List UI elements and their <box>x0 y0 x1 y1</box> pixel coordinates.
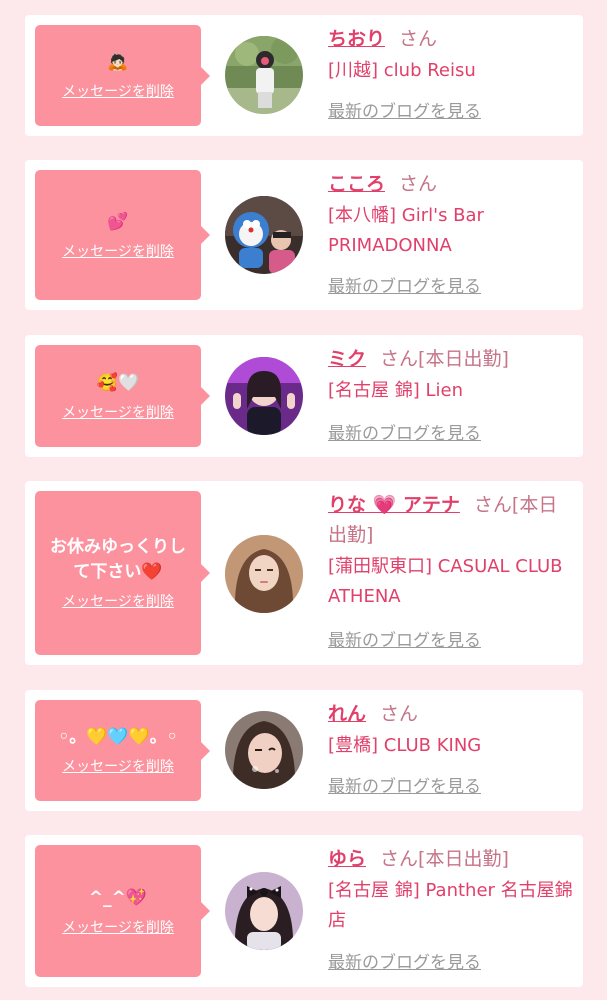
message-list: 🙇🏻 メッセージを削除 ちおり さん [川越] club Reisu 最新のブログ… <box>0 0 607 1000</box>
message-bubble: ^_^💖 メッセージを削除 <box>35 845 210 977</box>
name-line: りな 💗 アテナ さん[本日出勤] <box>328 490 574 550</box>
status-text: [本日出勤] <box>418 348 509 370</box>
latest-blog-link[interactable]: 最新のブログを見る <box>328 276 481 298</box>
latest-blog-link[interactable]: 最新のブログを見る <box>328 630 481 652</box>
name-line: こころ さん <box>328 169 574 199</box>
avatar[interactable] <box>225 711 303 789</box>
message-text: ◦。💛🩵💛。◦ <box>58 727 178 747</box>
message-bubble: 🥰🤍 メッセージを削除 <box>35 345 210 447</box>
message-card: 🙇🏻 メッセージを削除 ちおり さん [川越] club Reisu 最新のブログ… <box>25 15 583 136</box>
latest-blog-link[interactable]: 最新のブログを見る <box>328 423 481 445</box>
delete-message-link[interactable]: メッセージを削除 <box>62 83 174 101</box>
message-text: 🥰🤍 <box>96 372 140 393</box>
message-card: お休みゆっくりして下さい❤️ メッセージを削除 りな 💗 アテナ さん[本日出勤]… <box>25 481 583 665</box>
cast-name-link[interactable]: ゆら <box>328 848 366 870</box>
latest-blog-link[interactable]: 最新のブログを見る <box>328 101 481 123</box>
message-text: 💕 <box>107 211 129 232</box>
cast-info: ゆら さん[本日出勤] [名古屋 錦] Panther 名古屋錦店 <box>328 844 574 936</box>
honorific: さん <box>380 348 419 370</box>
honorific: さん <box>380 848 419 870</box>
message-text: 🙇🏻 <box>107 52 129 72</box>
cast-info: れん さん [豊橋] CLUB KING <box>328 699 574 761</box>
delete-message-link[interactable]: メッセージを削除 <box>62 404 174 422</box>
cast-name-link[interactable]: こころ <box>328 173 385 195</box>
shop-name: [名古屋 錦] Panther 名古屋錦店 <box>328 880 573 931</box>
delete-message-link[interactable]: メッセージを削除 <box>62 593 174 611</box>
avatar[interactable] <box>225 872 303 950</box>
honorific: さん <box>399 28 438 50</box>
delete-message-link[interactable]: メッセージを削除 <box>62 243 174 261</box>
delete-message-link[interactable]: メッセージを削除 <box>62 919 174 937</box>
shop-name: [豊橋] CLUB KING <box>328 735 482 756</box>
shop-name: [本八幡] Girl's Bar PRIMADONNA <box>328 205 484 256</box>
message-text: お休みゆっくりして下さい❤️ <box>50 537 186 582</box>
avatar[interactable] <box>225 196 303 274</box>
cast-name-link[interactable]: ミク <box>328 348 366 370</box>
message-card: 🥰🤍 メッセージを削除 ミク さん[本日出勤] [名古屋 錦] Lien 最新のブ… <box>25 335 583 457</box>
avatar[interactable] <box>225 36 303 114</box>
shop-name: [川越] club Reisu <box>328 60 476 81</box>
cast-name-link[interactable]: りな 💗 アテナ <box>328 494 460 516</box>
message-bubble: お休みゆっくりして下さい❤️ メッセージを削除 <box>35 491 210 655</box>
delete-message-link[interactable]: メッセージを削除 <box>62 758 174 776</box>
cast-name-link[interactable]: れん <box>328 703 366 725</box>
name-line: ちおり さん <box>328 24 574 54</box>
cast-info: りな 💗 アテナ さん[本日出勤] [蒲田駅東口] CASUAL CLUB ATH… <box>328 490 574 612</box>
cast-info: ちおり さん [川越] club Reisu <box>328 24 574 86</box>
status-text: [本日出勤] <box>418 848 509 870</box>
message-text: ^_^💖 <box>88 887 148 908</box>
latest-blog-link[interactable]: 最新のブログを見る <box>328 776 481 798</box>
message-bubble: 🙇🏻 メッセージを削除 <box>35 25 210 126</box>
avatar[interactable] <box>225 357 303 435</box>
shop-name: [名古屋 錦] Lien <box>328 380 463 401</box>
honorific: さん <box>380 703 419 725</box>
cast-info: こころ さん [本八幡] Girl's Bar PRIMADONNA <box>328 169 574 261</box>
message-bubble: 💕 メッセージを削除 <box>35 170 210 300</box>
cast-info: ミク さん[本日出勤] [名古屋 錦] Lien <box>328 344 574 406</box>
message-card: 💕 メッセージを削除 こころ さん [本八幡] Girl's Bar PRIMAD… <box>25 160 583 310</box>
message-card: ◦。💛🩵💛。◦ メッセージを削除 れん さん [豊橋] CLUB KING 最新の… <box>25 690 583 811</box>
latest-blog-link[interactable]: 最新のブログを見る <box>328 952 481 974</box>
avatar[interactable] <box>225 535 303 613</box>
name-line: れん さん <box>328 699 574 729</box>
honorific: さん <box>399 173 438 195</box>
cast-name-link[interactable]: ちおり <box>328 28 385 50</box>
message-bubble: ◦。💛🩵💛。◦ メッセージを削除 <box>35 700 210 801</box>
message-card: ^_^💖 メッセージを削除 ゆら さん[本日出勤] [名古屋 錦] Panther… <box>25 835 583 987</box>
name-line: ゆら さん[本日出勤] <box>328 844 574 874</box>
name-line: ミク さん[本日出勤] <box>328 344 574 374</box>
shop-name: [蒲田駅東口] CASUAL CLUB ATHENA <box>328 556 563 607</box>
honorific: さん <box>473 494 512 516</box>
